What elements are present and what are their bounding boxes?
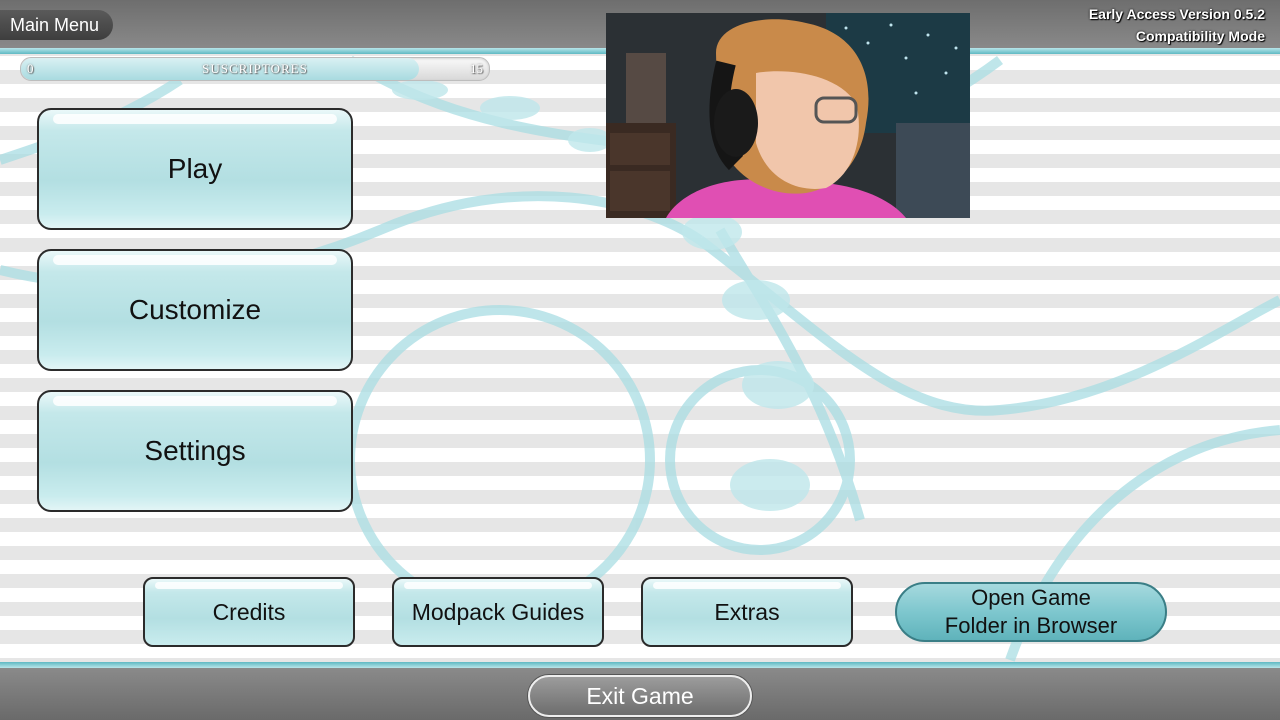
exit-game-label: Exit Game [586, 682, 694, 709]
version-label: Early Access Version 0.5.2 [1088, 6, 1265, 22]
extras-label: Extras [714, 598, 780, 625]
main-menu-title: Main Menu [0, 10, 114, 40]
compatibility-mode-label: Compatibility Mode [1135, 28, 1265, 44]
subscribers-label: SUSCRIPTORES [202, 61, 308, 76]
settings-button[interactable]: Settings [37, 390, 353, 512]
play-label: Play [167, 153, 223, 184]
modpack-guides-button[interactable]: Modpack Guides [392, 577, 604, 647]
open-game-folder-button[interactable]: Open Game Folder in Browser [895, 582, 1167, 642]
webcam-overlay [606, 13, 970, 218]
extras-button[interactable]: Extras [641, 577, 853, 647]
subscribers-max: 15 [470, 61, 483, 76]
modpack-guides-label: Modpack Guides [411, 598, 585, 625]
credits-label: Credits [212, 598, 286, 625]
open-folder-label-line2: Folder in Browser [944, 613, 1118, 638]
credits-button[interactable]: Credits [143, 577, 355, 647]
customize-label: Customize [128, 294, 262, 325]
exit-game-button[interactable]: Exit Game [528, 675, 752, 717]
version-info: Early Access Version 0.5.2 Compatibility… [1089, 3, 1265, 47]
open-folder-label-line1: Open Game [971, 585, 1091, 610]
settings-label: Settings [144, 435, 246, 466]
subscribers-progress-bar: SUSCRIPTORES 0 15 [20, 57, 490, 81]
subscribers-min: 0 [27, 61, 34, 76]
customize-button[interactable]: Customize [37, 249, 353, 371]
play-button[interactable]: Play [37, 108, 353, 230]
webcam-image [606, 13, 970, 218]
